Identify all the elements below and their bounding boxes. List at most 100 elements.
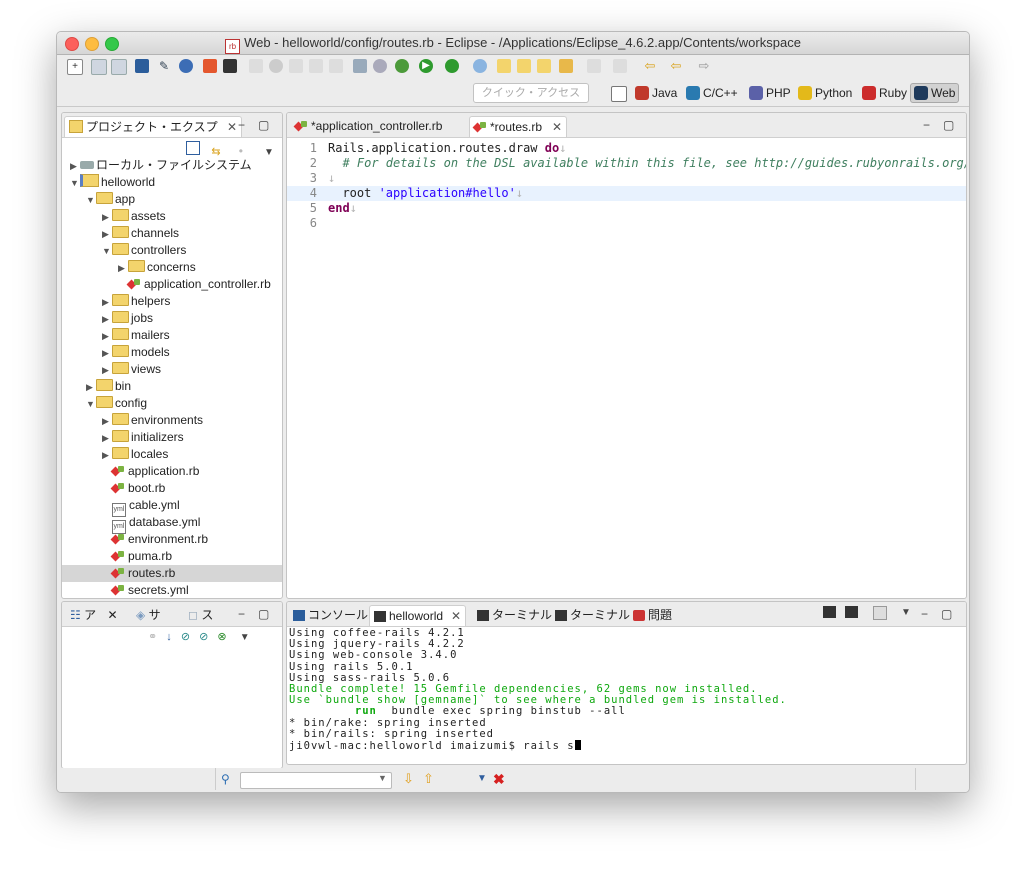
maximize-icon[interactable]: ▢ <box>258 118 269 132</box>
view-menu-icon[interactable]: ▼ <box>901 607 911 618</box>
save-icon[interactable] <box>91 59 107 75</box>
tree-item[interactable]: application_controller.rb <box>62 276 282 293</box>
doc-icon[interactable] <box>289 59 303 73</box>
close-icon[interactable]: ✕ <box>227 120 237 134</box>
collapsed-arrow-icon[interactable]: ▶ <box>70 158 80 175</box>
tree-item[interactable]: ▶ mailers <box>62 327 282 344</box>
tree-item[interactable]: environment.rb <box>62 531 282 548</box>
find-input[interactable] <box>240 772 392 789</box>
open-folder-icon[interactable] <box>497 59 511 73</box>
close-icon[interactable]: ✕ <box>107 608 117 622</box>
tab-project-explorer[interactable]: プロジェクト・エクスプ ✕ <box>64 116 243 137</box>
hide-fields-icon[interactable]: ⊘ <box>181 631 190 643</box>
quick-access-input[interactable]: クイック・アクセス <box>473 83 589 103</box>
run-icon[interactable]: ▶ <box>419 59 433 73</box>
minimize-icon[interactable]: − <box>921 607 928 621</box>
close-icon[interactable]: ✕ <box>552 120 562 134</box>
sort-icon[interactable]: ↓ <box>166 631 172 643</box>
home-icon[interactable] <box>203 59 217 73</box>
save-all-icon[interactable] <box>111 59 127 75</box>
perspective-python[interactable]: Python <box>798 84 852 102</box>
tree-item[interactable]: ▶ views <box>62 361 282 378</box>
filter-icon[interactable]: • <box>239 144 251 158</box>
open-folder-icon-3[interactable] <box>537 59 551 73</box>
tree-item[interactable]: yml cable.yml <box>62 497 282 517</box>
back-icon[interactable]: ⇦ <box>669 59 683 73</box>
gear-icon[interactable] <box>179 59 193 73</box>
server-icon[interactable] <box>223 59 237 73</box>
tree-item[interactable]: secrets.yml <box>62 582 282 598</box>
collapsed-arrow-icon[interactable]: ▶ <box>102 328 112 345</box>
tree-item[interactable]: ▶ assets <box>62 208 282 225</box>
tab-terminal-2[interactable]: ターミナル <box>551 605 634 625</box>
hierarchy-icon[interactable]: ⚭ <box>148 631 157 643</box>
expanded-arrow-icon[interactable]: ▼ <box>86 192 96 209</box>
new-terminal-icon[interactable] <box>823 606 836 618</box>
annotation-icon-2[interactable] <box>613 59 627 73</box>
tree-item[interactable]: ▶ environments <box>62 412 282 429</box>
wand-icon[interactable]: ✎ <box>157 59 171 73</box>
tree-item[interactable]: ▶ channels <box>62 225 282 242</box>
view-menu-icon[interactable]: ▼ <box>240 632 250 643</box>
tree-item[interactable]: ▼ config <box>62 395 282 412</box>
tab-outline[interactable]: ☷ ア ✕ <box>66 605 122 625</box>
collapse-all-icon[interactable] <box>186 141 200 155</box>
find-next-icon[interactable]: ⇩ <box>403 771 414 787</box>
external-tools-icon[interactable] <box>445 59 459 73</box>
perspective-web[interactable]: Web <box>910 83 960 103</box>
collapsed-arrow-icon[interactable]: ▶ <box>102 294 112 311</box>
close-find-icon[interactable]: ✖ <box>493 771 505 788</box>
doc-icon-2[interactable] <box>309 59 323 73</box>
console-output[interactable]: Using coffee-rails 4.2.1 Using jquery-rai… <box>289 627 966 751</box>
collapsed-arrow-icon[interactable]: ▶ <box>102 430 112 447</box>
database-icon[interactable] <box>473 59 487 73</box>
perspective-java[interactable]: Java <box>635 84 677 102</box>
tree-item[interactable]: ▶ models <box>62 344 282 361</box>
tree-item[interactable]: ▶ initializers <box>62 429 282 446</box>
minimize-icon[interactable]: − <box>238 118 245 132</box>
tree-item[interactable]: ▶ concerns <box>62 259 282 276</box>
tab-routes[interactable]: *routes.rb ✕ <box>469 116 568 137</box>
tab-search[interactable]: ◻ ス <box>184 605 217 625</box>
tab-application-controller[interactable]: *application_controller.rb <box>291 116 446 136</box>
tab-structure[interactable]: ◈ サ <box>132 605 165 625</box>
maximize-icon[interactable]: ▢ <box>941 607 952 621</box>
perspective-cpp[interactable]: C/C++ <box>686 84 738 102</box>
find-previous-icon[interactable]: ⇧ <box>423 771 434 787</box>
tree-item[interactable]: ▶ helpers <box>62 293 282 310</box>
cluster-icon[interactable] <box>269 59 283 73</box>
tab-problems[interactable]: 問題 <box>629 605 676 625</box>
collapsed-arrow-icon[interactable]: ▶ <box>102 311 112 328</box>
pen-icon[interactable] <box>559 59 573 73</box>
annotation-icon[interactable] <box>587 59 601 73</box>
open-folder-icon-2[interactable] <box>517 59 531 73</box>
tree-item[interactable]: ▶ ローカル・ファイルシステム <box>62 157 282 174</box>
tree-item[interactable]: boot.rb <box>62 480 282 497</box>
tree-item[interactable]: ▶ bin <box>62 378 282 395</box>
tree-item[interactable]: ▼ controllers <box>62 242 282 259</box>
find-options-icon[interactable]: ▼ <box>477 773 487 784</box>
hide-static-icon[interactable]: ⊘ <box>199 631 208 643</box>
collapsed-arrow-icon[interactable]: ▶ <box>102 413 112 430</box>
collapsed-arrow-icon[interactable]: ▶ <box>102 345 112 362</box>
perspective-ruby[interactable]: Ruby <box>862 84 907 102</box>
collapsed-arrow-icon[interactable]: ▶ <box>118 260 128 277</box>
close-icon[interactable]: ✕ <box>451 609 461 623</box>
tree-item[interactable]: yml database.yml <box>62 514 282 534</box>
minimize-icon[interactable]: − <box>923 118 930 132</box>
chevron-down-icon[interactable]: ▼ <box>378 773 387 783</box>
search-files-icon[interactable] <box>353 59 367 73</box>
collapsed-arrow-icon[interactable]: ▶ <box>102 362 112 379</box>
tree-item[interactable]: puma.rb <box>62 548 282 565</box>
perspective-php[interactable]: PHP <box>749 84 791 102</box>
hide-nonpublic-icon[interactable]: ⊗ <box>217 631 226 643</box>
open-perspective-icon[interactable] <box>611 86 627 102</box>
debug-icon[interactable] <box>395 59 409 73</box>
tab-terminal-1[interactable]: ターミナル <box>473 605 556 625</box>
forward-icon[interactable]: ⇨ <box>697 59 711 73</box>
remote-terminal-icon[interactable] <box>845 606 858 618</box>
expanded-arrow-icon[interactable]: ▼ <box>70 175 80 192</box>
tree-item[interactable]: ▼ helloworld <box>62 174 282 191</box>
collapsed-arrow-icon[interactable]: ▶ <box>86 379 96 396</box>
minimize-icon[interactable]: − <box>238 607 245 621</box>
